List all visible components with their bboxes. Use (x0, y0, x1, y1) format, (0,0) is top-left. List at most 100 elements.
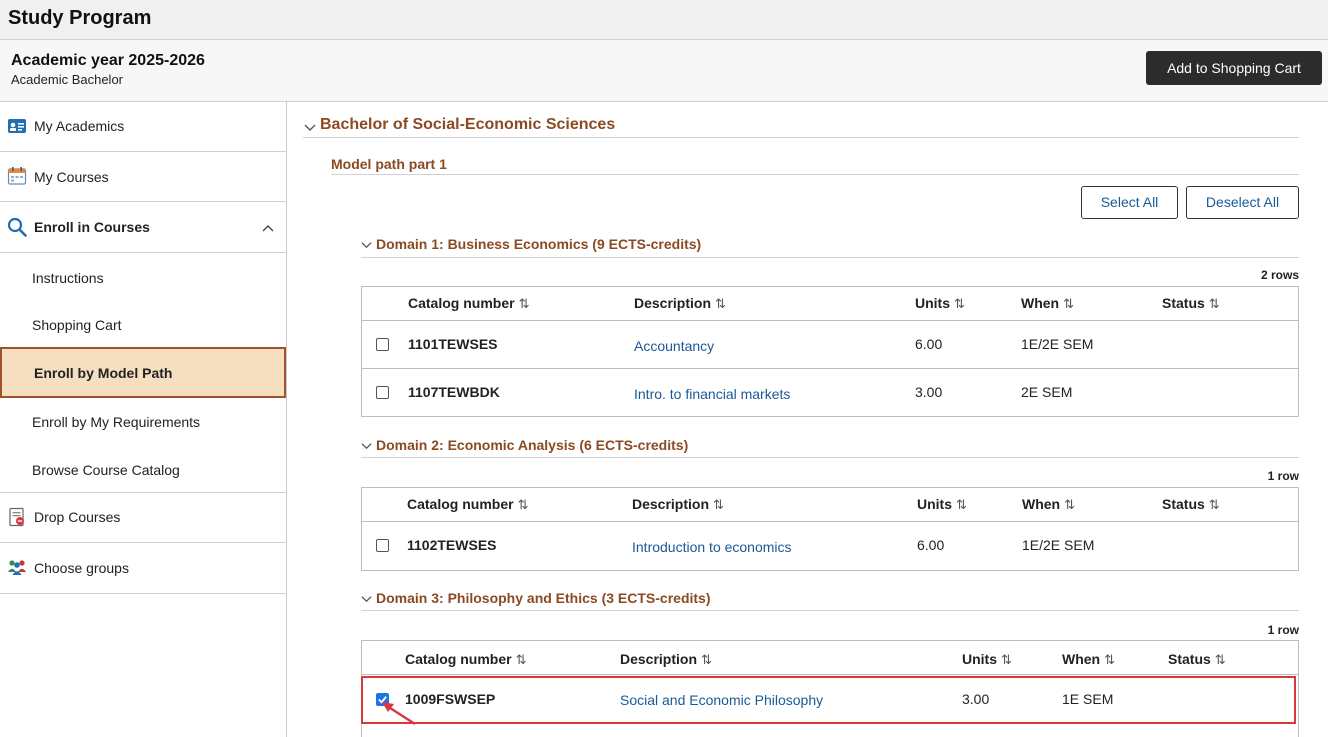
course-description-link[interactable]: Intro. to financial markets (634, 386, 790, 402)
sort-icon: ⇅ (956, 497, 967, 512)
domain-2-title: Domain 2: Economic Analysis (6 ECTS-cred… (376, 437, 689, 453)
sort-icon: ⇅ (1063, 296, 1075, 311)
sidebar-item-label: My Courses (34, 169, 109, 185)
domain-3-title: Domain 3: Philosophy and Ethics (3 ECTS-… (376, 590, 711, 606)
calendar-icon (7, 167, 27, 185)
chevron-down-icon[interactable] (361, 440, 372, 451)
column-header-units[interactable]: Units ⇅ (962, 651, 1012, 668)
domain-1-grid: Catalog number ⇅ Description ⇅ Units ⇅ When… (361, 286, 1299, 417)
add-to-shopping-cart-button[interactable]: Add to Shopping Cart (1146, 51, 1322, 85)
chevron-down-icon[interactable] (304, 121, 316, 133)
program-title: Bachelor of Social-Economic Sciences (320, 116, 616, 133)
when-value: 2E SEM (1021, 384, 1073, 400)
id-card-icon (8, 119, 26, 133)
column-header-description[interactable]: Description ⇅ (634, 295, 726, 312)
column-header-catalog[interactable]: Catalog number ⇅ (407, 496, 528, 513)
app-title: Study Program (8, 7, 152, 29)
sidebar-item-my-academics[interactable]: My Academics (0, 102, 286, 152)
model-path-title: Model path part 1 (331, 156, 447, 172)
column-header-catalog[interactable]: Catalog number ⇅ (408, 295, 529, 312)
column-header-catalog[interactable]: Catalog number ⇅ (405, 651, 526, 668)
sort-icon: ⇅ (701, 652, 712, 667)
sidebar-item-label: Shopping Cart (32, 317, 122, 333)
sidebar-item-label: Choose groups (34, 560, 129, 576)
catalog-number: 1107TEWBDK (408, 384, 500, 400)
table-row: 1107TEWBDK Intro. to financial markets 3… (362, 369, 1298, 417)
career-label: Academic Bachelor (11, 72, 123, 87)
sidebar-item-enroll-in-courses[interactable]: Enroll in Courses (0, 202, 286, 253)
sidebar-item-my-courses[interactable]: My Courses (0, 152, 286, 202)
when-value: 1E/2E SEM (1021, 336, 1094, 352)
course-description-link[interactable]: Introduction to economics (632, 539, 792, 555)
sidebar: My Academics My Courses Enroll in Course… (0, 102, 287, 737)
divider (303, 137, 1299, 138)
sort-icon: ⇅ (1208, 296, 1220, 311)
chevron-down-icon[interactable] (361, 593, 372, 604)
column-header-units[interactable]: Units ⇅ (917, 496, 967, 513)
row-count: 2 rows (1260, 268, 1299, 282)
divider (361, 610, 1299, 611)
people-icon (8, 560, 26, 575)
column-header-units[interactable]: Units ⇅ (915, 295, 965, 312)
column-header-when[interactable]: When ⇅ (1062, 651, 1115, 668)
column-header-status[interactable]: Status ⇅ (1162, 295, 1220, 312)
search-icon (7, 217, 27, 237)
sort-icon: ⇅ (1104, 652, 1116, 667)
units-value: 3.00 (915, 384, 943, 400)
sidebar-item-drop-courses[interactable]: Drop Courses (0, 493, 286, 543)
column-header-status[interactable]: Status ⇅ (1162, 496, 1220, 513)
row-select-checkbox[interactable] (376, 338, 389, 351)
academic-year-label: Academic year 2025-2026 (11, 52, 205, 69)
row-select-checkbox[interactable] (376, 539, 389, 552)
sidebar-item-browse-course-catalog[interactable]: Browse Course Catalog (0, 446, 286, 493)
chevron-down-icon[interactable] (361, 239, 372, 250)
column-header-when[interactable]: When ⇅ (1021, 295, 1074, 312)
divider (331, 174, 1299, 175)
column-header-description[interactable]: Description ⇅ (620, 651, 712, 668)
row-count: 1 row (1267, 623, 1299, 637)
divider (361, 257, 1299, 258)
sidebar-item-instructions[interactable]: Instructions (0, 253, 286, 301)
column-header-description[interactable]: Description ⇅ (632, 496, 724, 513)
sidebar-item-shopping-cart[interactable]: Shopping Cart (0, 301, 286, 347)
sidebar-item-enroll-by-my-requirements[interactable]: Enroll by My Requirements (0, 398, 286, 446)
term-header: Academic year 2025-2026 Academic Bachelo… (0, 40, 1328, 102)
annotation-highlight (361, 676, 1296, 724)
column-header-status[interactable]: Status ⇅ (1168, 651, 1226, 668)
catalog-number: 1101TEWSES (408, 336, 498, 352)
sidebar-item-label: Enroll by Model Path (34, 365, 173, 381)
sidebar-item-label: Enroll in Courses (34, 219, 150, 235)
deselect-all-button[interactable]: Deselect All (1186, 186, 1299, 219)
row-count: 1 row (1267, 469, 1299, 483)
sidebar-item-label: My Academics (34, 118, 125, 134)
when-value: 1E/2E SEM (1022, 537, 1095, 553)
row-select-checkbox[interactable] (376, 386, 389, 399)
domain-2-grid: Catalog number ⇅ Description ⇅ Units ⇅ When… (361, 487, 1299, 571)
sidebar-item-enroll-by-model-path[interactable]: Enroll by Model Path (0, 347, 286, 398)
sort-icon: ⇅ (518, 296, 530, 311)
catalog-number: 1102TEWSES (407, 537, 497, 553)
sidebar-item-label: Instructions (32, 270, 104, 286)
sort-icon: ⇅ (954, 296, 965, 311)
units-value: 6.00 (915, 336, 943, 352)
table-row: 1101TEWSES Accountancy 6.00 1E/2E SEM (362, 321, 1298, 369)
table-row: 1102TEWSES Introduction to economics 6.0… (362, 522, 1298, 570)
column-header-when[interactable]: When ⇅ (1022, 496, 1075, 513)
grid-header: Catalog number ⇅ Description ⇅ Units ⇅ When… (362, 641, 1298, 675)
sort-icon: ⇅ (515, 652, 527, 667)
grid-header: Catalog number ⇅ Description ⇅ Units ⇅ When… (362, 287, 1298, 321)
sort-icon: ⇅ (517, 497, 529, 512)
sidebar-item-choose-groups[interactable]: Choose groups (0, 543, 286, 594)
select-all-button[interactable]: Select All (1081, 186, 1178, 219)
divider (361, 457, 1299, 458)
drop-doc-icon (9, 507, 24, 527)
units-value: 6.00 (917, 537, 945, 553)
sidebar-item-label: Drop Courses (34, 509, 121, 525)
chevron-up-icon[interactable] (262, 222, 274, 234)
main-content: Bachelor of Social-Economic Sciences Mod… (287, 102, 1328, 737)
annotation-arrow-icon (382, 702, 416, 726)
sort-icon: ⇅ (1064, 497, 1076, 512)
sort-icon: ⇅ (713, 497, 724, 512)
course-description-link[interactable]: Accountancy (634, 338, 714, 354)
sort-icon: ⇅ (715, 296, 726, 311)
